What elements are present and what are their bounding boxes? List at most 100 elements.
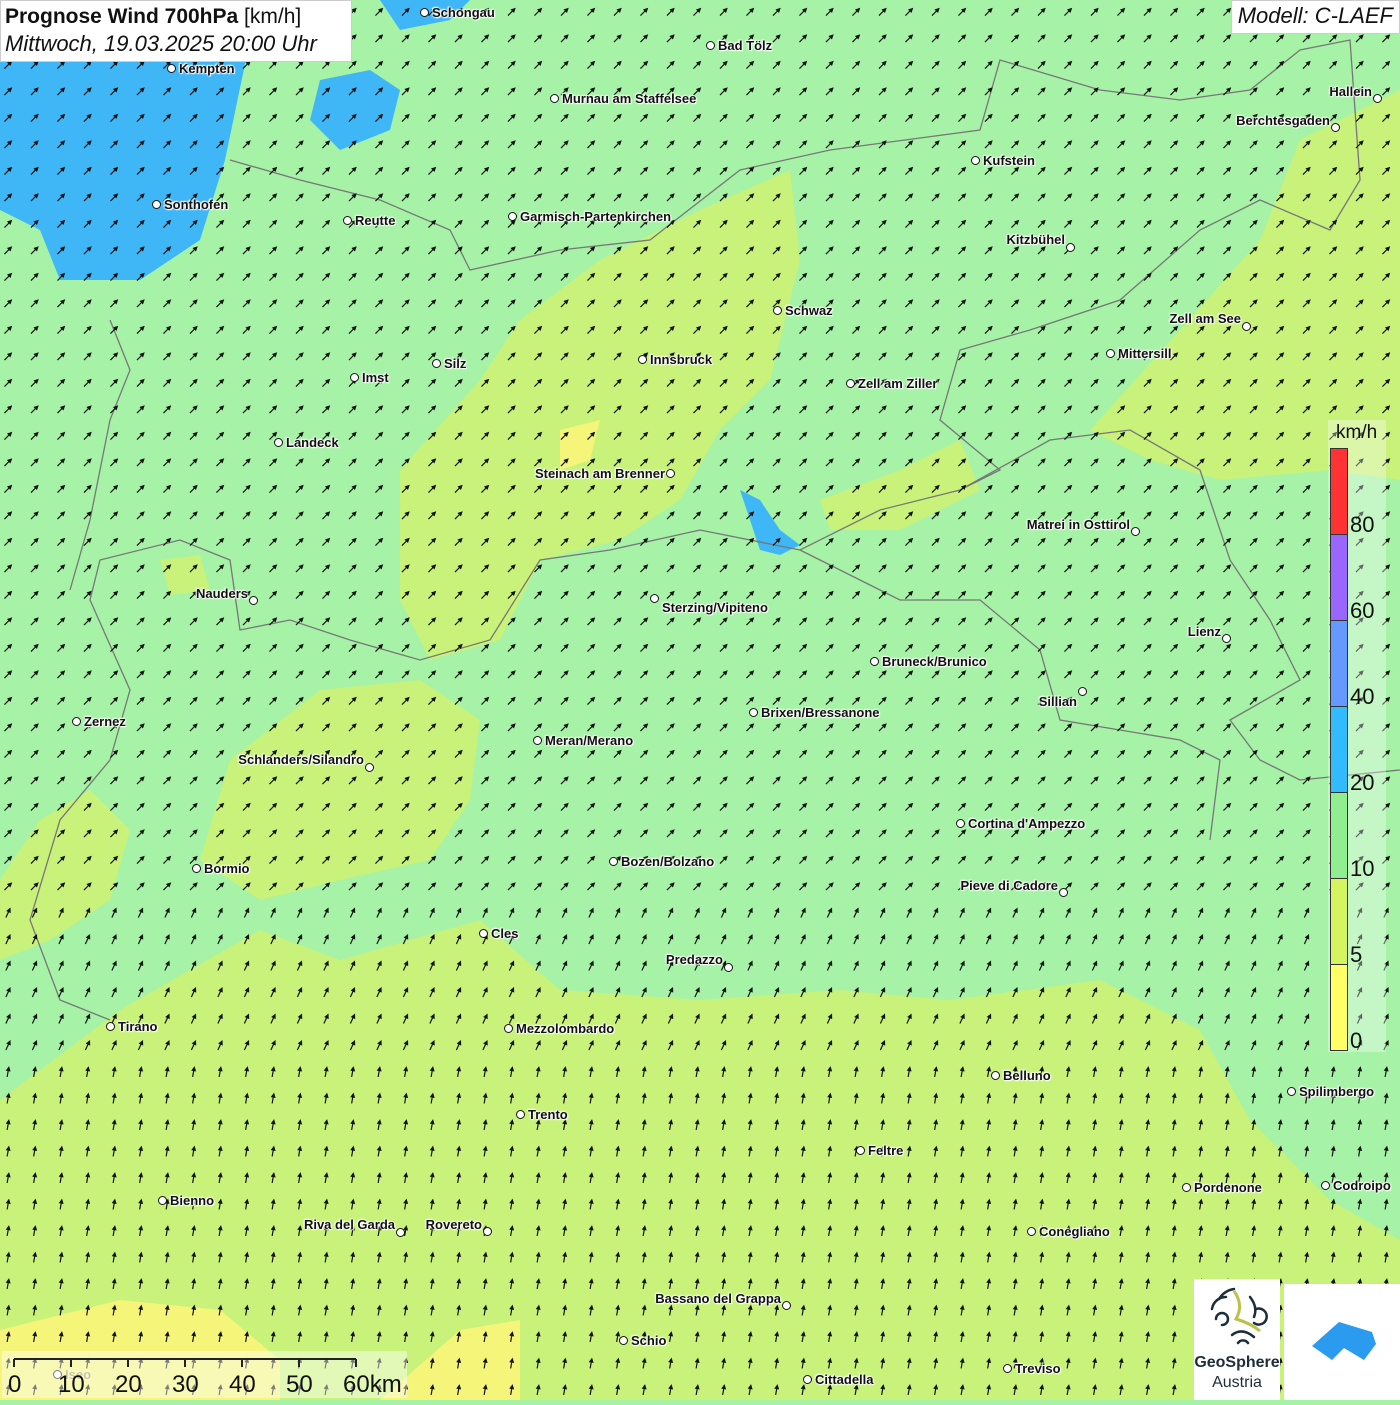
city-marker	[158, 1196, 167, 1205]
city-marker	[274, 438, 283, 447]
city-label: Tirano	[118, 1019, 158, 1034]
city-marker	[1287, 1087, 1296, 1096]
scale-label: 40	[229, 1371, 256, 1399]
city-marker	[192, 864, 201, 873]
city-marker	[706, 41, 715, 50]
city-label: Kempten	[179, 61, 235, 76]
city-marker	[971, 156, 980, 165]
city-label: Kufstein	[983, 153, 1035, 168]
city-marker	[1182, 1183, 1191, 1192]
legend-swatch	[1330, 620, 1348, 707]
city-marker	[516, 1110, 525, 1119]
city-marker	[479, 929, 488, 938]
city-marker	[249, 596, 258, 605]
scale-label: 60km	[343, 1371, 402, 1399]
map-unit: [km/h]	[244, 5, 301, 28]
city-marker	[1242, 322, 1251, 331]
city-marker	[508, 212, 517, 221]
city-label: Matrei in Osttirol	[1027, 517, 1130, 532]
city-marker	[956, 819, 965, 828]
city-label: Lienz	[1188, 624, 1221, 639]
geosphere-logo: GeoSphere Austria	[1194, 1279, 1280, 1400]
legend-swatch	[1330, 706, 1348, 793]
title-box: Prognose Wind 700hPa [km/h] Mittwoch, 19…	[0, 0, 352, 62]
city-marker	[1131, 527, 1140, 536]
legend-swatch	[1330, 878, 1348, 965]
city-marker	[533, 736, 542, 745]
map-title: Prognose Wind 700hPa	[5, 5, 238, 28]
city-marker	[1373, 94, 1382, 103]
city-marker	[1003, 1364, 1012, 1373]
city-label: Cles	[491, 926, 518, 941]
city-label: Pordenone	[1194, 1180, 1262, 1195]
partner-logo	[1284, 1284, 1400, 1400]
city-label: Kitzbühel	[1007, 232, 1066, 247]
city-label: Cortina d'Ampezzo	[968, 816, 1085, 831]
city-label: Belluno	[1003, 1068, 1051, 1083]
legend-swatch	[1330, 792, 1348, 879]
city-label: Spilimbergo	[1299, 1084, 1374, 1099]
city-marker	[167, 64, 176, 73]
city-marker	[870, 657, 879, 666]
city-marker	[396, 1228, 405, 1237]
city-marker	[1078, 687, 1087, 696]
city-label: Bruneck/Brunico	[882, 654, 987, 669]
city-label: Garmisch-Partenkirchen	[520, 209, 671, 224]
city-marker	[803, 1375, 812, 1384]
city-label: Bad Tölz	[718, 38, 772, 53]
city-marker	[420, 8, 429, 17]
scale-label: 10	[58, 1371, 85, 1399]
city-label: Landeck	[286, 435, 339, 450]
city-marker	[550, 94, 559, 103]
city-label: Sterzing/Vipiteno	[662, 600, 768, 615]
geosphere-emblem-icon	[1194, 1279, 1280, 1354]
forecast-datetime: Mittwoch, 19.03.2025 20:00 Uhr	[5, 31, 347, 57]
city-marker	[504, 1024, 513, 1033]
city-label: Predazzo	[666, 952, 723, 967]
city-label: Sillian	[1039, 694, 1077, 709]
city-marker	[1331, 123, 1340, 132]
city-marker	[1106, 349, 1115, 358]
legend-tick: 5	[1350, 942, 1362, 968]
model-label: Modell: C-LAEF	[1231, 0, 1400, 34]
legend-tick: 40	[1350, 684, 1374, 710]
city-marker	[666, 469, 675, 478]
legend-unit: km/h	[1336, 422, 1377, 444]
city-label: Rovereto	[426, 1217, 482, 1232]
city-marker	[991, 1071, 1000, 1080]
city-label: Meran/Merano	[545, 733, 633, 748]
city-label: Mezzolombardo	[516, 1021, 614, 1036]
city-marker	[749, 708, 758, 717]
city-marker	[106, 1022, 115, 1031]
geosphere-country: Austria	[1194, 1374, 1280, 1392]
city-marker	[773, 306, 782, 315]
city-marker	[1321, 1181, 1330, 1190]
city-label: Silz	[444, 356, 466, 371]
city-label: Hallein	[1329, 84, 1372, 99]
color-legend: km/h 051020406080	[1328, 420, 1386, 1052]
scale-label: 30	[172, 1371, 199, 1399]
city-label: Reutte	[355, 213, 395, 228]
city-label: Bassano del Grappa	[655, 1291, 781, 1306]
city-label: Bormio	[204, 861, 250, 876]
city-label: Steinach am Brenner	[535, 466, 665, 481]
city-marker	[343, 216, 352, 225]
scale-bar: 0102030405060km	[2, 1351, 407, 1398]
scale-ruler	[2, 1351, 407, 1371]
city-label: Zernez	[84, 714, 126, 729]
city-label: Imst	[362, 370, 389, 385]
legend-tick: 80	[1350, 512, 1374, 538]
legend-swatch	[1330, 448, 1348, 535]
city-marker	[846, 379, 855, 388]
city-label: Mittersill	[1118, 346, 1171, 361]
city-label: Sonthofen	[164, 197, 228, 212]
city-label: Bienno	[170, 1193, 214, 1208]
city-marker	[609, 857, 618, 866]
legend-swatch	[1330, 534, 1348, 621]
city-label: Feltre	[868, 1143, 903, 1158]
scale-label: 50	[286, 1371, 313, 1399]
city-marker	[856, 1146, 865, 1155]
scale-label: 20	[115, 1371, 142, 1399]
city-marker	[724, 963, 733, 972]
city-label: Innsbruck	[650, 352, 712, 367]
